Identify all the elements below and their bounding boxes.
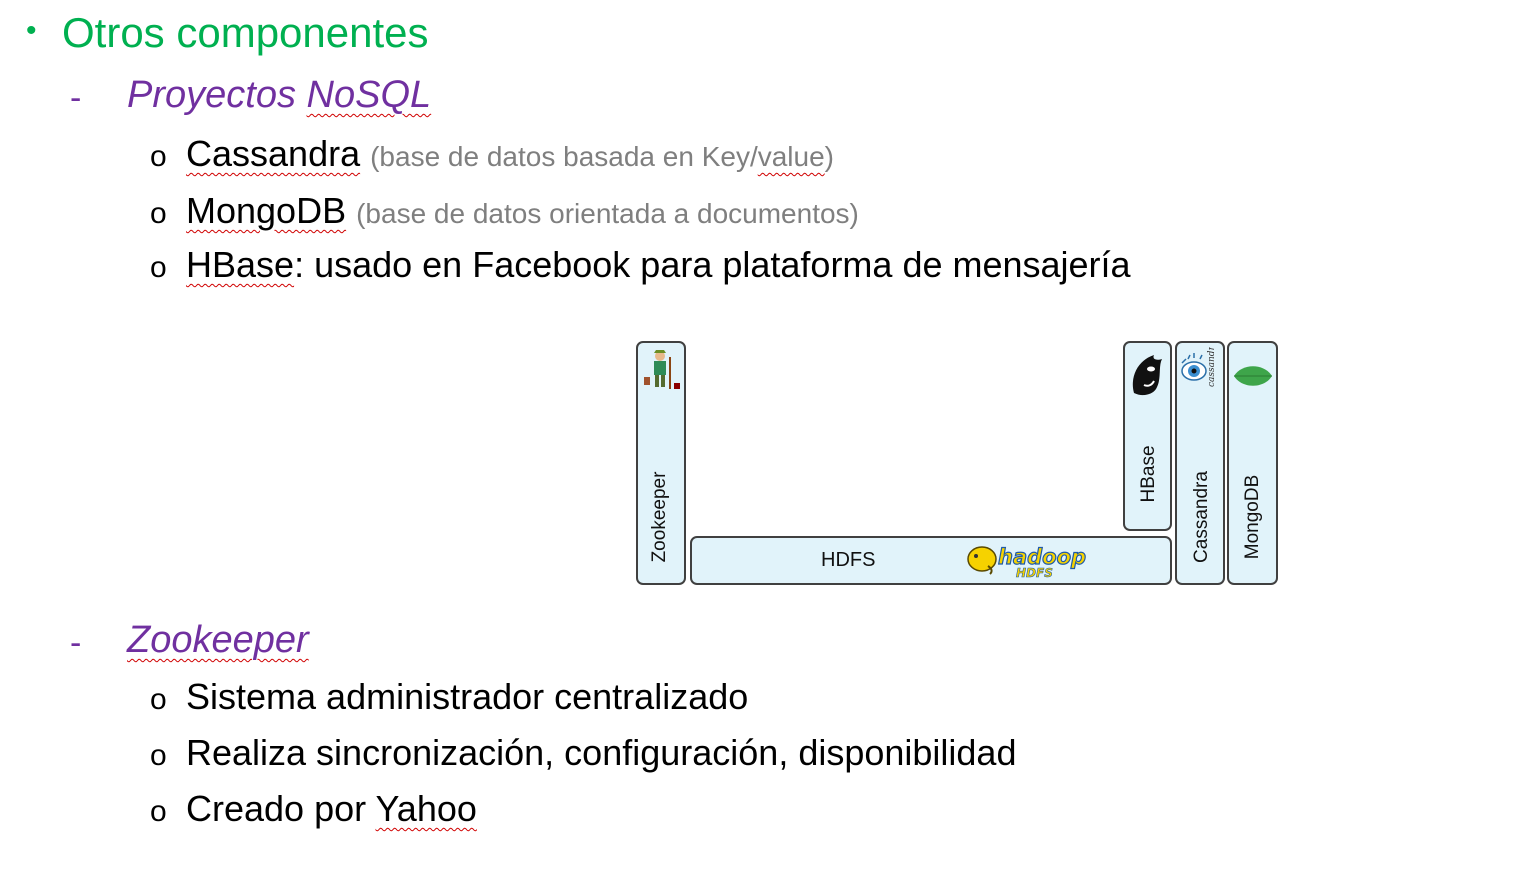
list-marker: o (150, 140, 167, 173)
zookeeper-logo-icon (644, 350, 680, 389)
section-heading-zookeeper: Zookeeper (127, 617, 309, 663)
list-item-hbase: HBase: usado en Facebook para plataforma… (186, 244, 1131, 286)
mongodb-label: MongoDB (1242, 474, 1263, 560)
svg-text:HDFS: HDFS (1016, 566, 1053, 580)
zookeeper-box: Zookeeper (636, 341, 686, 585)
item-text: Creado por (186, 788, 376, 829)
section-heading-nosql: Proyectos NoSQL (127, 72, 431, 118)
slide-title: Otros componentes (62, 9, 429, 56)
cassandra-label: Cassandra (1191, 471, 1212, 563)
section-dash: - (70, 79, 82, 117)
cassandra-box: cassandra Cassandra (1175, 341, 1225, 585)
list-item-zk-3: Creado por Yahoo (186, 788, 477, 830)
mongodb-box: MongoDB (1227, 341, 1278, 585)
list-item-zk-2: Realiza sincronización, configuración, d… (186, 732, 1017, 773)
list-marker: o (150, 795, 167, 828)
svg-text:cassandra: cassandra (1207, 347, 1217, 387)
title-bullet: • (26, 14, 37, 47)
item-name: Cassandra (186, 133, 361, 174)
hdfs-box: HDFS hadoop HDFS (690, 536, 1172, 585)
hbase-box: HBase (1123, 341, 1172, 531)
item-name: HBase (186, 244, 295, 285)
list-item-cassandra: Cassandra (base de datos basada en Key/v… (186, 133, 834, 178)
list-marker: o (150, 683, 167, 716)
item-note: (base de datos orientada a documentos) (356, 198, 859, 229)
item-text: : usado en Facebook para plataforma de m… (294, 244, 1131, 285)
cassandra-eye-logo-icon: cassandra (1181, 347, 1217, 387)
item-note: (base de datos basada en Key/value) (370, 141, 834, 172)
zookeeper-label: Zookeeper (649, 471, 670, 563)
orca-logo-icon (1132, 355, 1162, 396)
list-marker: o (150, 739, 167, 772)
list-marker: o (150, 251, 167, 284)
hadoop-logo-icon: hadoop HDFS (967, 544, 1087, 580)
list-item-mongodb: MongoDB (base de datos orientada a docum… (186, 190, 859, 235)
hbase-label: HBase (1138, 445, 1159, 503)
list-marker: o (150, 197, 167, 230)
list-item-zk-1: Sistema administrador centralizado (186, 676, 749, 717)
item-name: MongoDB (186, 190, 347, 231)
heading-zookeeper-word: Zookeeper (127, 619, 309, 661)
heading-nosql-word: NoSQL (306, 74, 432, 116)
hdfs-label: HDFS (821, 549, 876, 571)
heading-prefix: Proyectos (127, 74, 307, 116)
item-yahoo: Yahoo (375, 788, 477, 829)
section-dash: - (70, 624, 82, 662)
mongodb-leaf-icon (1234, 366, 1272, 386)
